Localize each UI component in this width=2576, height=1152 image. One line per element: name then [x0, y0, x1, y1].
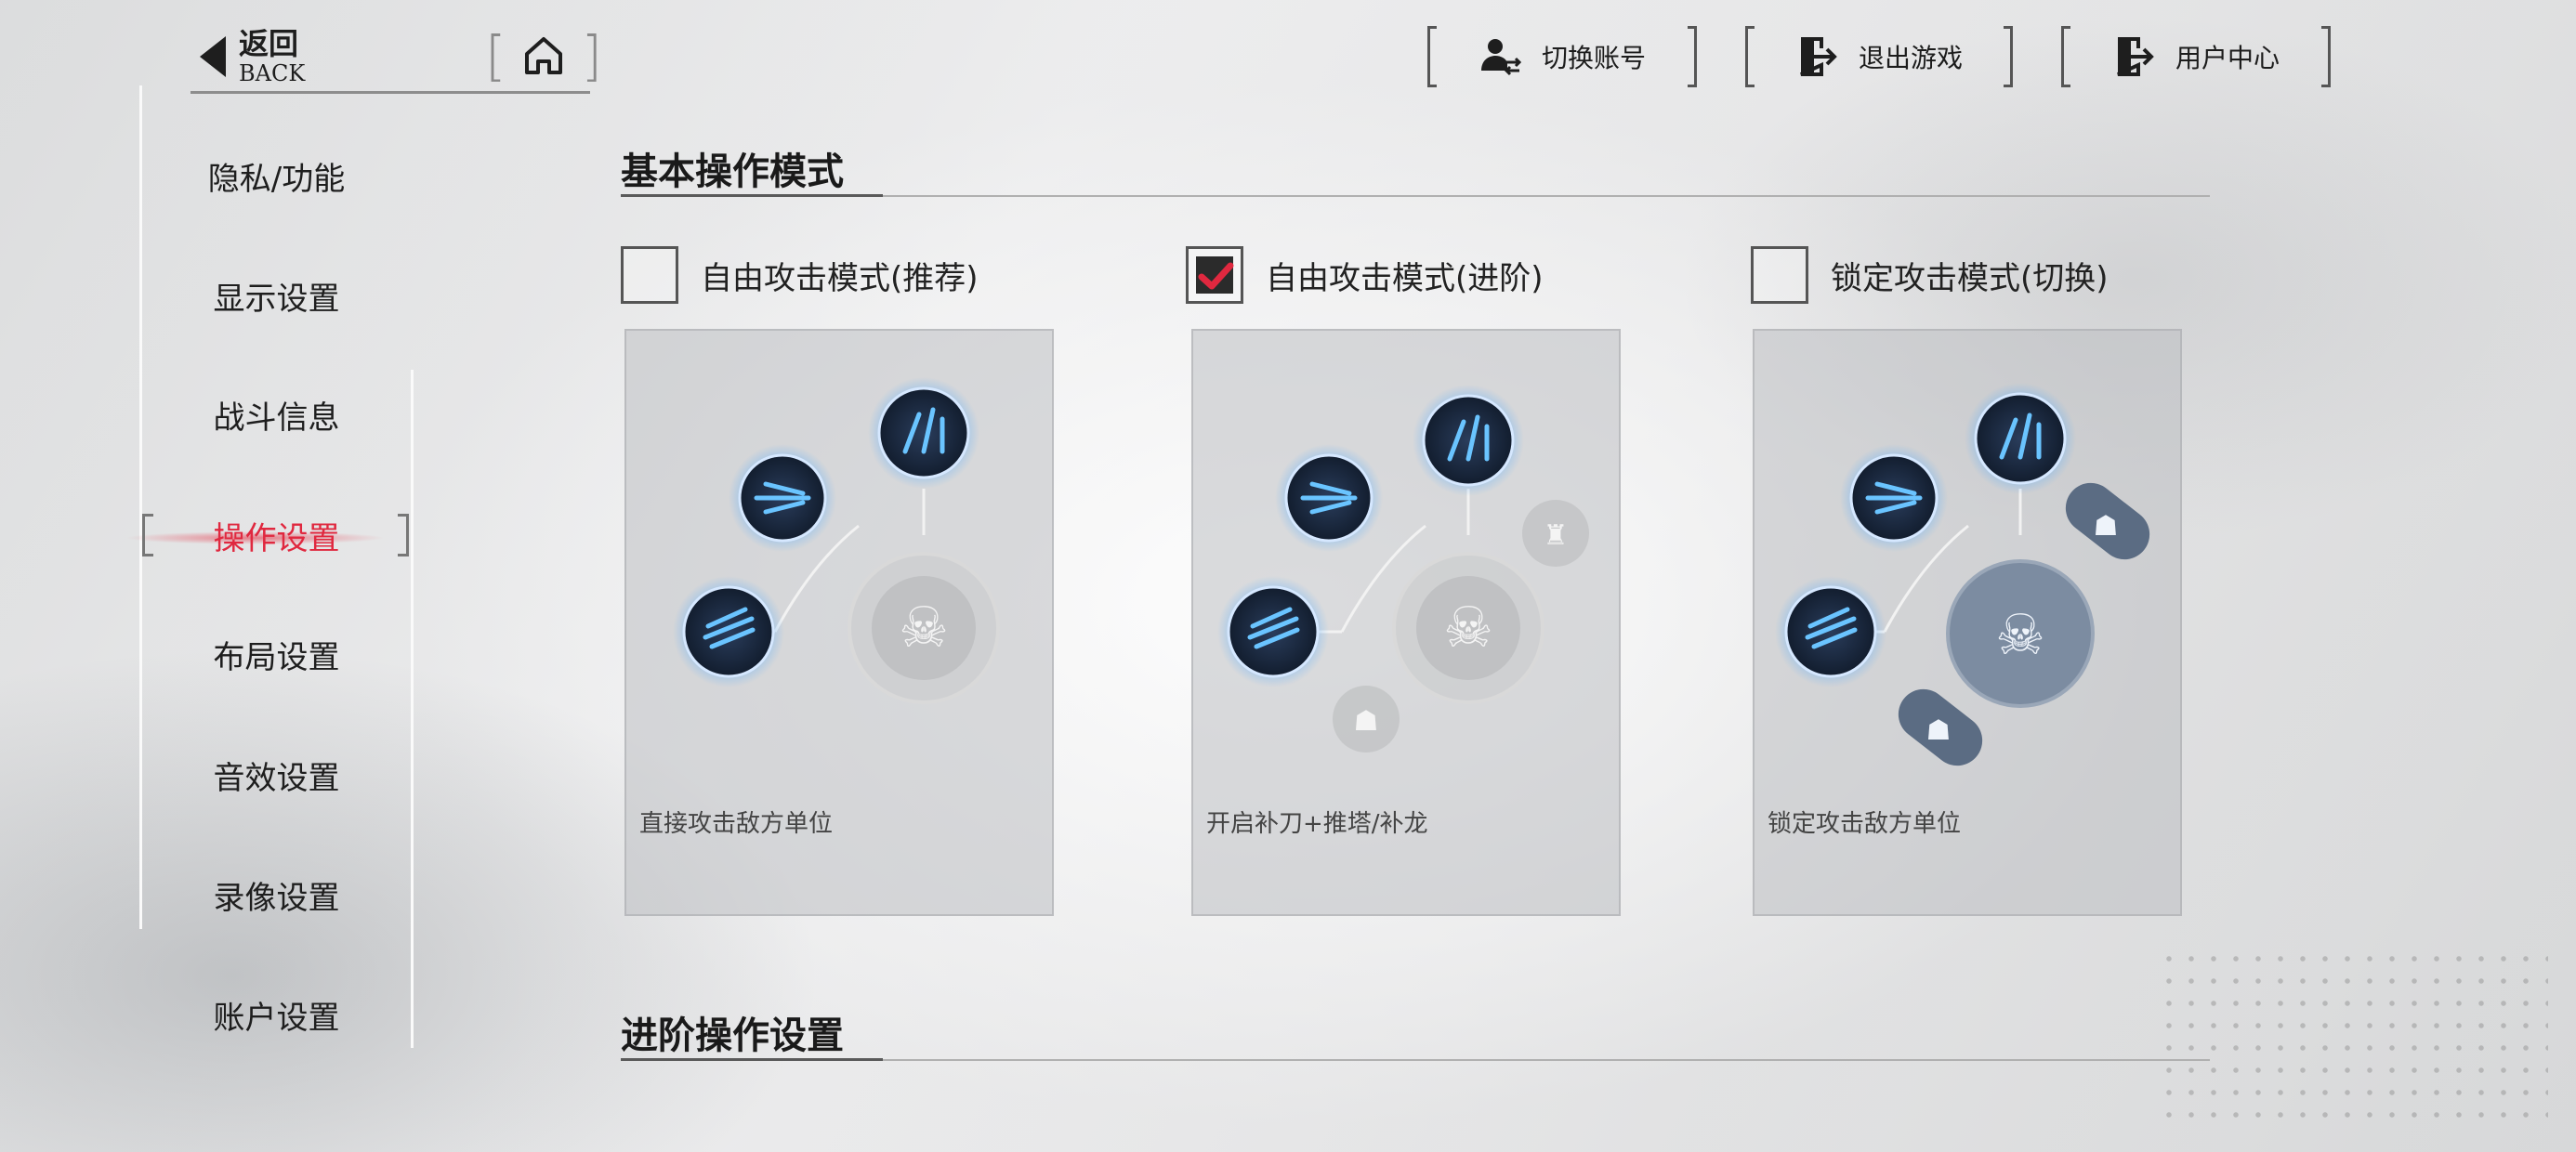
sidebar-item-label: 操作设置: [213, 519, 340, 557]
mode-card-1[interactable]: ☠ 直接攻击敌方单位: [624, 329, 1054, 916]
mode-option-3[interactable]: 锁定攻击模式(切换): [1751, 243, 2109, 307]
mode-card-3[interactable]: ☗ ☗ ☠ 锁定攻击敌方单位: [1753, 329, 2182, 916]
decorative-dot-grid: [2158, 948, 2548, 1133]
switch-account-label: 切换账号: [1541, 43, 1646, 73]
section-title-advanced: 进阶操作设置: [621, 1015, 844, 1057]
checkmark-icon: [1198, 262, 1234, 290]
mode-label-3: 锁定攻击模式(切换): [1831, 259, 2109, 297]
skill-layout-illustration: ☗ ☗ ☠: [1775, 383, 2150, 766]
section-divider-accent: [621, 1058, 883, 1061]
sidebar-item-account[interactable]: 账户设置: [144, 982, 409, 1047]
sidebar-item-privacy[interactable]: 隐私/功能: [144, 143, 409, 208]
sidebar-line-right: [411, 370, 414, 1048]
sidebar-item-display[interactable]: 显示设置: [144, 263, 409, 328]
mode-option-2[interactable]: 自由攻击模式(进阶): [1186, 243, 1544, 307]
exit-game-label: 退出游戏: [1858, 43, 1963, 73]
mode-card-2[interactable]: ☠ ♜ ☗ 开启补刀+推塔/补龙: [1191, 329, 1621, 916]
exit-game-button[interactable]: 退出游戏: [1745, 26, 2013, 87]
switch-account-icon: [1480, 39, 1521, 76]
sidebar-item-controls[interactable]: 操作设置: [144, 503, 409, 568]
switch-account-button[interactable]: 切换账号: [1427, 26, 1697, 87]
sidebar-item-label: 录像设置: [213, 879, 340, 917]
bracket-right: ]: [581, 24, 602, 87]
back-button[interactable]: 返回 BACK: [200, 26, 367, 87]
mode-checkbox-3[interactable]: [1751, 246, 1808, 304]
mode-description-3: 锁定攻击敌方单位: [1768, 810, 1962, 838]
user-center-label: 用户中心: [2175, 43, 2280, 73]
sidebar-item-layout[interactable]: 布局设置: [144, 622, 409, 687]
mode-checkbox-2[interactable]: [1186, 246, 1243, 304]
sidebar-item-label: 布局设置: [213, 638, 340, 676]
back-label: 返回: [239, 26, 299, 61]
home-icon: [525, 37, 562, 74]
mode-description-1: 直接攻击敌方单位: [639, 810, 834, 838]
user-center-icon: [2117, 37, 2154, 76]
svg-text:☗: ☗: [1926, 714, 1952, 747]
section-divider-accent: [621, 194, 883, 197]
user-center-button[interactable]: 用户中心: [2061, 26, 2331, 87]
svg-text:☠: ☠: [1995, 603, 2045, 668]
mode-label-1: 自由攻击模式(推荐): [701, 259, 979, 297]
svg-text:♜: ♜: [1544, 519, 1569, 552]
exit-icon: [1800, 37, 1837, 76]
mode-checkbox-1[interactable]: [621, 246, 678, 304]
sidebar-line: [139, 85, 142, 929]
sidebar-item-label: 隐私/功能: [207, 160, 346, 198]
back-arrow-icon: [200, 36, 226, 77]
sidebar-item-label: 账户设置: [213, 999, 340, 1037]
svg-text:☗: ☗: [1354, 705, 1379, 738]
sidebar-item-label: 显示设置: [213, 280, 340, 318]
back-label-en: BACK: [239, 60, 306, 86]
home-button[interactable]: [ ]: [485, 28, 602, 84]
sidebar-item-replay[interactable]: 录像设置: [144, 862, 409, 927]
sidebar-item-label: 音效设置: [213, 759, 340, 797]
sidebar-item-label: 战斗信息: [213, 399, 340, 437]
section-title-basic: 基本操作模式: [621, 151, 844, 193]
sidebar-item-battle-info[interactable]: 战斗信息: [144, 382, 409, 447]
header-divider: [191, 91, 590, 94]
mode-label-2: 自由攻击模式(进阶): [1266, 259, 1544, 297]
sidebar-item-audio[interactable]: 音效设置: [144, 742, 409, 807]
svg-text:☠: ☠: [1443, 596, 1493, 661]
skill-layout-illustration: ☠ ♜ ☗: [1217, 385, 1589, 753]
skill-layout-illustration: ☠: [673, 377, 1000, 704]
svg-text:☠: ☠: [899, 596, 949, 661]
bracket-left: [: [485, 24, 506, 87]
svg-text:☗: ☗: [2094, 510, 2119, 543]
mode-description-2: 开启补刀+推塔/补龙: [1206, 810, 1428, 838]
mode-option-1[interactable]: 自由攻击模式(推荐): [621, 243, 979, 307]
